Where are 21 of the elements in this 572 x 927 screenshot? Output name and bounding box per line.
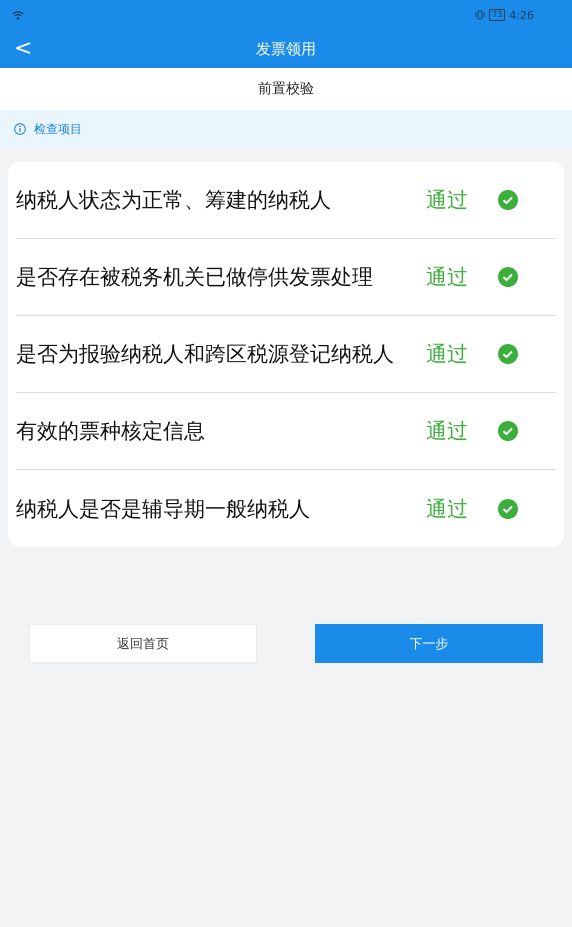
info-icon (14, 123, 26, 135)
check-result: 通过 (426, 341, 469, 368)
page-title: 发票领用 (256, 40, 316, 58)
check-item: 纳税人状态为正常、筹建的纳税人 (16, 187, 332, 214)
clock-time: 4:26 (509, 8, 534, 22)
check-item: 是否为报验纳税人和跨区税源登记纳税人 (16, 341, 395, 368)
check-item: 是否存在被税务机关已做停供发票处理 (16, 264, 374, 291)
vibrate-icon (475, 10, 486, 20)
check-result: 通过 (426, 264, 469, 291)
check-item: 有效的票种核定信息 (16, 418, 206, 445)
home-button[interactable]: 返回首页 (29, 624, 257, 663)
check-result: 通过 (426, 187, 469, 214)
back-button[interactable]: < (10, 37, 36, 61)
check-result: 通过 (426, 418, 469, 445)
section-title: 检查项目 (34, 120, 82, 138)
check-item: 纳税人是否是辅导期一般纳税人 (16, 496, 311, 522)
wifi-icon (12, 10, 24, 20)
next-button[interactable]: 下一步 (315, 624, 543, 663)
step-title: 前置校验 (0, 68, 572, 110)
check-result: 通过 (426, 496, 469, 522)
battery-level: 73 (489, 9, 506, 21)
